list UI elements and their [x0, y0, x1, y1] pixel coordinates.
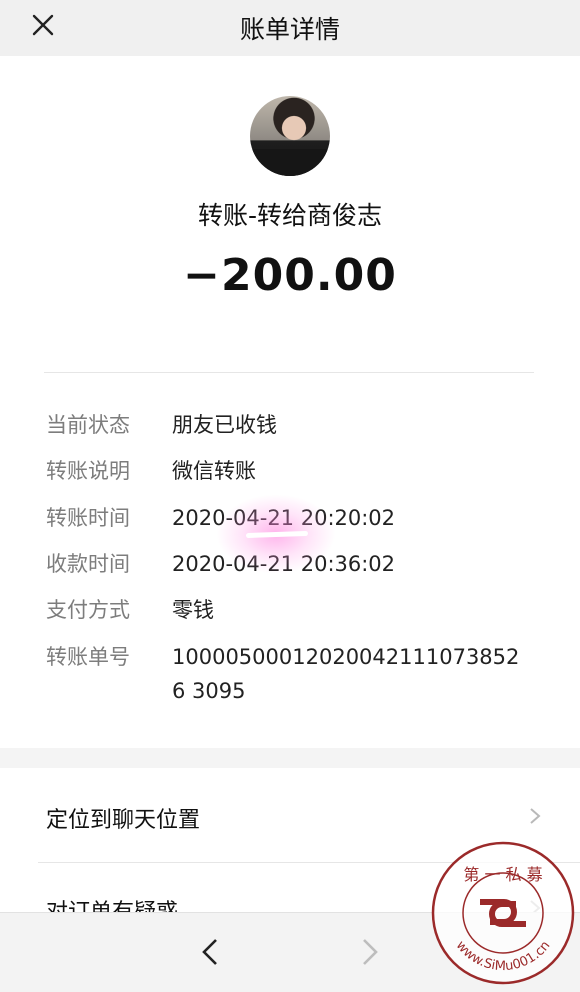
- detail-value: 微信转账: [172, 459, 256, 483]
- chevron-right-icon: [363, 939, 378, 965]
- chevron-left-icon: [202, 939, 217, 965]
- top-bar: 账单详情: [0, 0, 580, 56]
- detail-label: 转账单号: [46, 645, 130, 669]
- detail-label: 当前状态: [46, 413, 130, 437]
- back-button[interactable]: [196, 935, 226, 969]
- watermark-seal: 第 一 私 募 www.SiMu001.cn: [431, 841, 575, 985]
- detail-label: 收款时间: [46, 552, 130, 576]
- detail-value: 零钱: [172, 598, 214, 622]
- detail-label: 转账时间: [46, 506, 130, 530]
- chevron-right-icon: [530, 808, 541, 824]
- menu-item-label: 定位到聊天位置: [46, 808, 201, 833]
- transaction-amount: −200.00: [183, 250, 397, 301]
- pink-highlight-mark: [216, 494, 336, 574]
- detail-label: 转账说明: [46, 459, 130, 483]
- forward-button[interactable]: [354, 935, 384, 969]
- detail-label: 支付方式: [46, 598, 130, 622]
- detail-value: 朋友已收钱: [172, 413, 277, 437]
- transaction-title: 转账-转给商俊志: [197, 201, 383, 230]
- watermark-top-text: 第 一 私 募: [463, 865, 542, 884]
- divider: [44, 372, 534, 373]
- detail-value: 100005000120200421110738526 3095: [172, 645, 520, 703]
- section-gap: [0, 748, 580, 768]
- page-title: 账单详情: [239, 15, 340, 44]
- avatar[interactable]: [250, 96, 330, 176]
